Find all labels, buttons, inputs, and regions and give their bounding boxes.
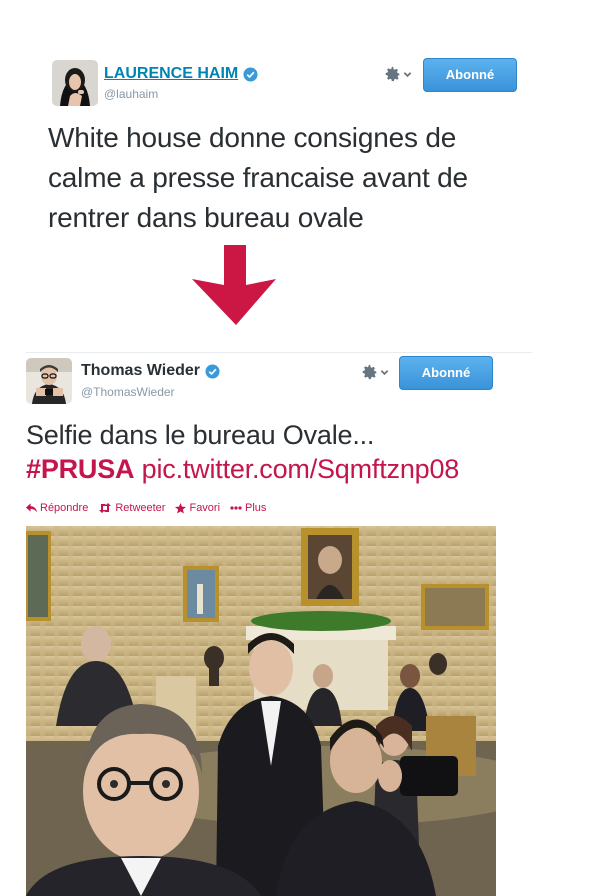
- ellipsis-icon: [230, 506, 242, 510]
- handle[interactable]: @ThomasWieder: [81, 385, 175, 399]
- user-actions-dropdown[interactable]: [384, 66, 412, 83]
- tweet-links-line: #PRUSA pic.twitter.com/Sqmftznp08: [26, 452, 586, 486]
- reply-icon: [26, 503, 37, 513]
- star-icon: [175, 502, 187, 514]
- hashtag-link[interactable]: #PRUSA: [26, 454, 135, 484]
- name-row: LAURENCE HAIM: [104, 65, 258, 83]
- tweet-text-line: Selfie dans le bureau Ovale...: [26, 420, 375, 450]
- tweet-text: White house donne consignes de calme a p…: [48, 122, 468, 233]
- more-action[interactable]: Plus: [230, 502, 266, 514]
- verified-badge-icon: [243, 66, 258, 82]
- avatar-thomas-wieder[interactable]: [26, 358, 72, 404]
- follow-button[interactable]: Abonné: [423, 58, 517, 92]
- down-arrow: [188, 245, 284, 325]
- reply-label: Répondre: [40, 502, 89, 514]
- retweet-label: Retweeter: [115, 502, 166, 514]
- tweet-thomas-wieder: Thomas Wieder @ThomasWieder Abonné Selfi…: [0, 352, 599, 896]
- name-row: Thomas Wieder: [81, 362, 220, 380]
- pic-link[interactable]: pic.twitter.com/Sqmftznp08: [142, 454, 460, 484]
- favorite-label: Favori: [189, 502, 221, 514]
- retweet-icon: [98, 503, 112, 513]
- gear-icon: [361, 364, 378, 381]
- follow-button[interactable]: Abonné: [399, 356, 493, 390]
- tweet-text: Selfie dans le bureau Ovale... #PRUSA pi…: [26, 418, 586, 486]
- avatar-laurence-haim[interactable]: [52, 60, 98, 106]
- tweet-laurence-haim: LAURENCE HAIM @lauhaim Abonné White hous…: [0, 50, 599, 240]
- retweet-action[interactable]: Retweeter: [98, 502, 165, 514]
- gear-icon: [384, 66, 401, 83]
- display-name[interactable]: Thomas Wieder: [81, 362, 200, 380]
- verified-badge-icon: [205, 363, 220, 379]
- display-name[interactable]: LAURENCE HAIM: [104, 65, 238, 83]
- tweet-photo[interactable]: [26, 526, 496, 896]
- reply-action[interactable]: Répondre: [26, 502, 88, 514]
- more-label: Plus: [245, 502, 267, 514]
- chevron-down-icon: [380, 368, 389, 377]
- user-actions-dropdown[interactable]: [361, 364, 389, 381]
- favorite-action[interactable]: Favori: [175, 502, 220, 514]
- divider: [26, 352, 532, 353]
- tweet-actions: Répondre Retweeter Favori Plus: [26, 502, 266, 514]
- chevron-down-icon: [403, 70, 412, 79]
- handle[interactable]: @lauhaim: [104, 87, 158, 101]
